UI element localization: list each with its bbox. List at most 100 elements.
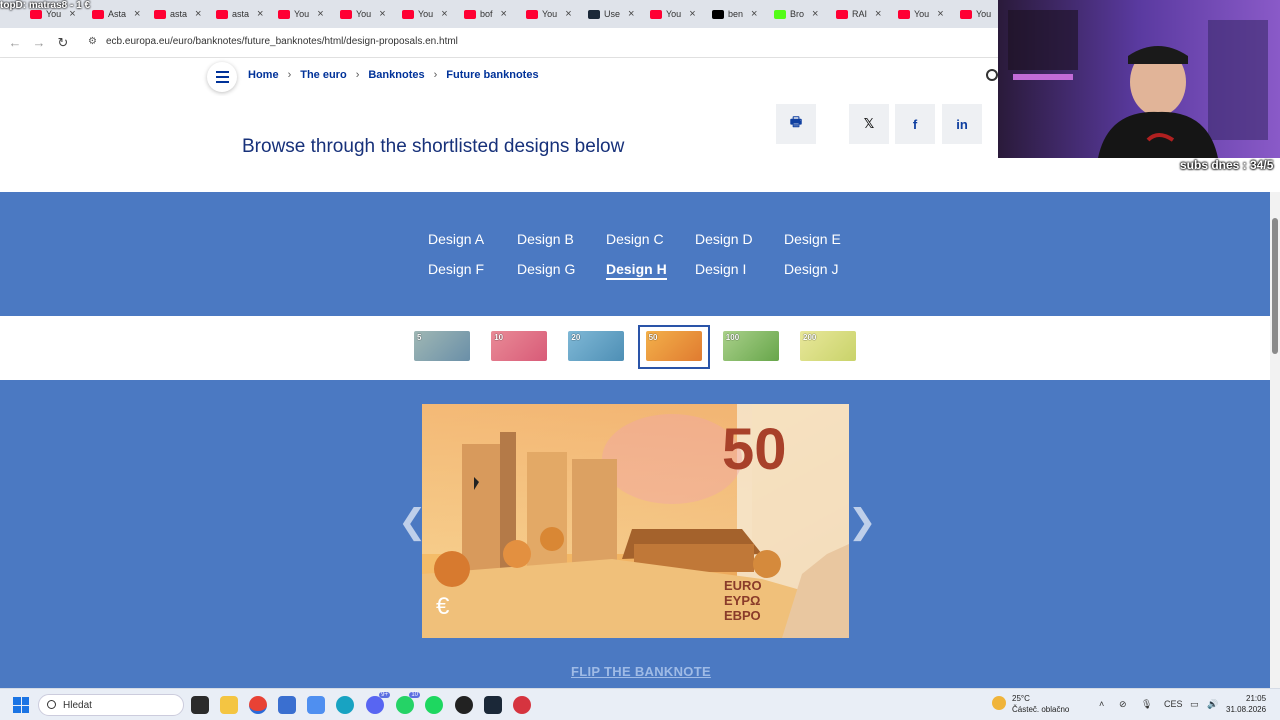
tab-close-icon[interactable]: × — [501, 8, 507, 20]
thumbnail-50-euro[interactable]: 50 — [645, 331, 702, 361]
tab-favicon-icon — [898, 9, 910, 19]
tab-design-f[interactable]: Design F — [428, 261, 484, 277]
browser-tab[interactable]: asta × — [216, 4, 263, 24]
tab-close-icon[interactable]: × — [441, 8, 447, 20]
browser-tab[interactable]: bof × — [464, 4, 507, 24]
search-icon[interactable] — [986, 69, 998, 81]
weather-icon — [992, 696, 1006, 710]
stream-overlay-donation: topD: matras8 - 1 € — [0, 0, 91, 11]
discord-icon[interactable]: 9+ — [366, 692, 390, 714]
browser-tab[interactable]: ben × — [712, 4, 757, 24]
browser-tab[interactable]: RAI × — [836, 4, 881, 24]
share-x-button[interactable]: 𝕏 — [849, 104, 889, 144]
thumbnail-200-euro[interactable]: 200 — [800, 331, 856, 361]
tab-design-e[interactable]: Design E — [784, 231, 841, 247]
tray-display-icon[interactable]: ▭ — [1190, 699, 1199, 710]
chrome-icon[interactable] — [249, 696, 267, 714]
search-icon — [47, 700, 56, 709]
taskbar-clock[interactable]: 21:05 31.08.2026 — [1226, 693, 1266, 715]
taskbar-search-box[interactable]: Hledat — [38, 694, 184, 716]
share-facebook-button[interactable]: f — [895, 104, 935, 144]
browser-tab[interactable]: You × — [402, 4, 448, 24]
taskbar-search-placeholder: Hledat — [63, 699, 92, 711]
thumbnail-100-euro[interactable]: 100 — [722, 331, 779, 361]
steam-icon[interactable] — [484, 696, 502, 714]
thumbnail-5-euro[interactable]: 5 — [414, 331, 470, 361]
tab-close-icon[interactable]: × — [875, 8, 881, 20]
obs-icon[interactable] — [455, 696, 473, 714]
app-icon[interactable] — [307, 696, 325, 714]
browser-tab[interactable]: You × — [526, 4, 572, 24]
share-linkedin-button[interactable]: in — [942, 104, 982, 144]
breadcrumb-future-banknotes[interactable]: Future banknotes — [446, 69, 538, 81]
thumbnail-denomination: 20 — [571, 333, 581, 342]
tab-close-icon[interactable]: × — [937, 8, 943, 20]
flip-banknote-link[interactable]: FLIP THE BANKNOTE — [571, 664, 711, 679]
browser-tab[interactable]: You × — [898, 4, 944, 24]
banknote-script-euro-cyrillic: ЕВРО — [724, 608, 761, 623]
tab-design-c[interactable]: Design C — [606, 231, 664, 247]
forward-icon[interactable]: → — [30, 34, 48, 52]
breadcrumb-the-euro[interactable]: The euro — [300, 69, 346, 81]
tab-design-d[interactable]: Design D — [695, 231, 753, 247]
whatsapp-icon[interactable]: 10 — [396, 692, 420, 714]
tab-design-g[interactable]: Design G — [517, 261, 575, 277]
weather-widget[interactable]: 25°C Částeč. oblačno — [992, 693, 1069, 715]
scrollbar-thumb[interactable] — [1272, 218, 1278, 354]
url-field[interactable]: ecb.europa.eu/euro/banknotes/future_bank… — [106, 36, 458, 47]
thumbnail-20-euro[interactable]: 20 — [568, 331, 625, 361]
tab-close-icon[interactable]: × — [134, 8, 140, 20]
store-icon[interactable] — [278, 696, 296, 714]
tab-close-icon[interactable]: × — [812, 8, 818, 20]
task-view-icon[interactable] — [191, 696, 209, 714]
tab-design-j[interactable]: Design J — [784, 261, 838, 277]
hamburger-menu-button[interactable] — [207, 62, 237, 92]
weather-description: Částeč. oblačno — [1012, 705, 1070, 714]
tab-close-icon[interactable]: × — [628, 8, 634, 20]
browser-tab[interactable]: You × — [278, 4, 324, 24]
input-language[interactable]: CES — [1164, 699, 1183, 709]
browser-tab[interactable]: Asta × — [92, 4, 140, 24]
tab-close-icon[interactable]: × — [317, 8, 323, 20]
browser-tab[interactable]: Use × — [588, 4, 634, 24]
tray-network-icon[interactable]: ⊘ — [1119, 699, 1127, 710]
next-arrow-icon[interactable]: ❯ — [848, 505, 877, 539]
tab-design-a[interactable]: Design A — [428, 231, 484, 247]
tab-close-icon[interactable]: × — [565, 8, 571, 20]
breadcrumb-banknotes[interactable]: Banknotes — [368, 69, 424, 81]
tab-close-icon[interactable]: × — [689, 8, 695, 20]
tab-design-h[interactable]: Design H — [606, 261, 667, 280]
reload-icon[interactable]: ↻ — [54, 34, 72, 52]
edge-icon[interactable] — [336, 696, 354, 714]
tab-close-icon[interactable]: × — [195, 8, 201, 20]
file-explorer-icon[interactable] — [220, 696, 238, 714]
tab-close-icon[interactable]: × — [257, 8, 263, 20]
breadcrumb-home[interactable]: Home — [248, 69, 279, 81]
browser-tab[interactable]: You × — [340, 4, 386, 24]
browser-tab[interactable]: Bro × — [774, 4, 818, 24]
thumbnail-10-euro[interactable]: 10 — [491, 331, 548, 361]
tab-favicon-icon — [402, 9, 414, 19]
browser-tab[interactable]: asta × — [154, 4, 201, 24]
tab-close-icon[interactable]: × — [751, 8, 757, 20]
spotify-icon[interactable] — [425, 696, 443, 714]
page-scrollbar[interactable] — [1270, 192, 1280, 688]
site-info-icon[interactable]: ⚙ — [88, 36, 97, 47]
browser-tab[interactable]: You × — [650, 4, 696, 24]
previous-arrow-icon[interactable]: ❮ — [398, 505, 427, 539]
back-icon[interactable]: ← — [6, 34, 24, 52]
tray-chevron-icon[interactable]: ˄ — [1099, 699, 1104, 709]
banknote-image: 50 EURO ΕΥΡΩ ЕВРО € — [422, 404, 849, 638]
tab-design-b[interactable]: Design B — [517, 231, 574, 247]
tab-favicon-icon — [650, 9, 662, 19]
tray-mic-icon[interactable]: 🎙 — [1141, 699, 1152, 710]
tab-favicon-icon — [526, 9, 538, 19]
tab-label: You — [418, 9, 434, 19]
windows-start-icon[interactable] — [13, 697, 29, 713]
tab-design-i[interactable]: Design I — [695, 261, 746, 277]
tab-close-icon[interactable]: × — [379, 8, 385, 20]
app-red-icon[interactable] — [513, 696, 531, 714]
print-button[interactable]: 🖶 — [776, 104, 816, 144]
discord-badge: 9+ — [379, 692, 390, 698]
tray-volume-icon[interactable]: 🔊 — [1207, 699, 1218, 710]
